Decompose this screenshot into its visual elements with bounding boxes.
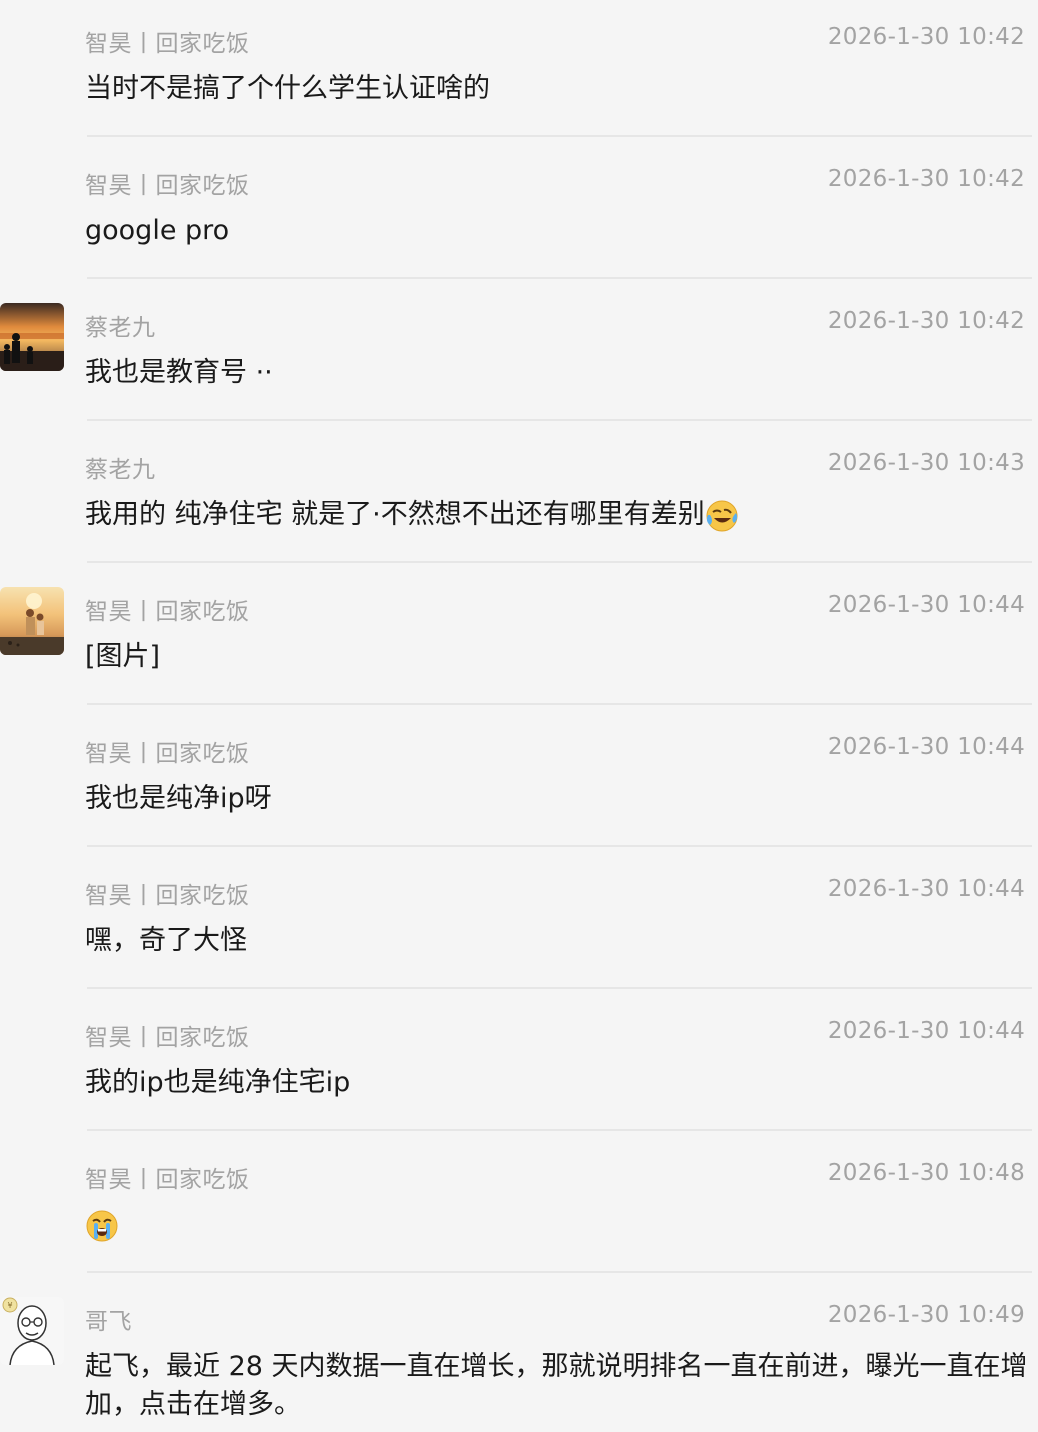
message-text[interactable]: 起飞，最近 28 天内数据一直在增长，那就说明排名一直在前进，曝光一直在增加，点… bbox=[85, 1348, 1030, 1424]
svg-text:¥: ¥ bbox=[7, 1301, 12, 1310]
message-time: 2026-1-30 10:43 bbox=[827, 450, 1025, 476]
sender-name[interactable]: 蔡老九 bbox=[85, 450, 156, 484]
message-time: 2026-1-30 10:44 bbox=[827, 876, 1025, 902]
message-divider bbox=[87, 277, 1032, 279]
message-text[interactable]: 当时不是搞了个什么学生认证啥的 bbox=[85, 70, 1030, 108]
avatar-image: ¥ bbox=[0, 1297, 64, 1365]
message-time: 2026-1-30 10:48 bbox=[827, 1160, 1025, 1186]
sender-name[interactable]: 智昊丨回家吃饭 bbox=[85, 592, 250, 626]
sender-name[interactable]: 智昊丨回家吃饭 bbox=[85, 1018, 250, 1052]
message-time: 2026-1-30 10:44 bbox=[827, 592, 1025, 618]
message-time: 2026-1-30 10:42 bbox=[827, 308, 1025, 334]
message-divider bbox=[87, 1129, 1032, 1131]
sender-name[interactable]: 智昊丨回家吃饭 bbox=[85, 24, 250, 58]
message-text[interactable]: [图片] bbox=[85, 638, 1030, 676]
avatar-image bbox=[0, 587, 64, 655]
message-divider bbox=[87, 561, 1032, 563]
beach-couple-avatar[interactable] bbox=[0, 587, 64, 655]
message-text[interactable]: 我也是纯净ip呀 bbox=[85, 780, 1030, 818]
sender-name[interactable]: 蔡老九 bbox=[85, 308, 156, 342]
sunset-family-avatar[interactable] bbox=[0, 303, 64, 371]
sender-name[interactable]: 智昊丨回家吃饭 bbox=[85, 1160, 250, 1194]
message-time: 2026-1-30 10:44 bbox=[827, 734, 1025, 760]
message-divider bbox=[87, 419, 1032, 421]
chat-history: 智昊丨回家吃饭 2026-1-30 10:42 当时不是搞了个什么学生认证啥的 … bbox=[0, 0, 1038, 1432]
message-text[interactable]: 我的ip也是纯净住宅ip bbox=[85, 1064, 1030, 1102]
message-divider bbox=[87, 703, 1032, 705]
message-time: 2026-1-30 10:42 bbox=[827, 166, 1025, 192]
sender-name[interactable]: 智昊丨回家吃饭 bbox=[85, 734, 250, 768]
sender-name[interactable]: 智昊丨回家吃饭 bbox=[85, 166, 250, 200]
message-divider bbox=[87, 845, 1032, 847]
message-divider bbox=[87, 1271, 1032, 1273]
message-time: 2026-1-30 10:44 bbox=[827, 1018, 1025, 1044]
laughing-crying-emoji bbox=[705, 499, 739, 533]
message-text[interactable]: 我用的 纯净住宅 就是了·不然想不出还有哪里有差别 bbox=[85, 496, 1030, 534]
message-text[interactable]: 我也是教育号 ·· bbox=[85, 354, 1030, 392]
sender-name[interactable]: 智昊丨回家吃饭 bbox=[85, 876, 250, 910]
message-text[interactable] bbox=[85, 1206, 1030, 1244]
message-text[interactable]: 嘿，奇了大怪 bbox=[85, 922, 1030, 960]
message-text[interactable]: google pro bbox=[85, 212, 1030, 250]
bald-man-sketch-avatar[interactable]: ¥ bbox=[0, 1297, 64, 1365]
crying-face-emoji bbox=[85, 1209, 119, 1243]
message-divider bbox=[87, 987, 1032, 989]
sender-name[interactable]: 哥飞 bbox=[85, 1302, 132, 1336]
avatar-image bbox=[0, 303, 64, 371]
message-text-content: 我用的 纯净住宅 就是了·不然想不出还有哪里有差别 bbox=[85, 499, 705, 530]
message-time: 2026-1-30 10:49 bbox=[827, 1302, 1025, 1328]
message-time: 2026-1-30 10:42 bbox=[827, 24, 1025, 50]
message-divider bbox=[87, 135, 1032, 137]
